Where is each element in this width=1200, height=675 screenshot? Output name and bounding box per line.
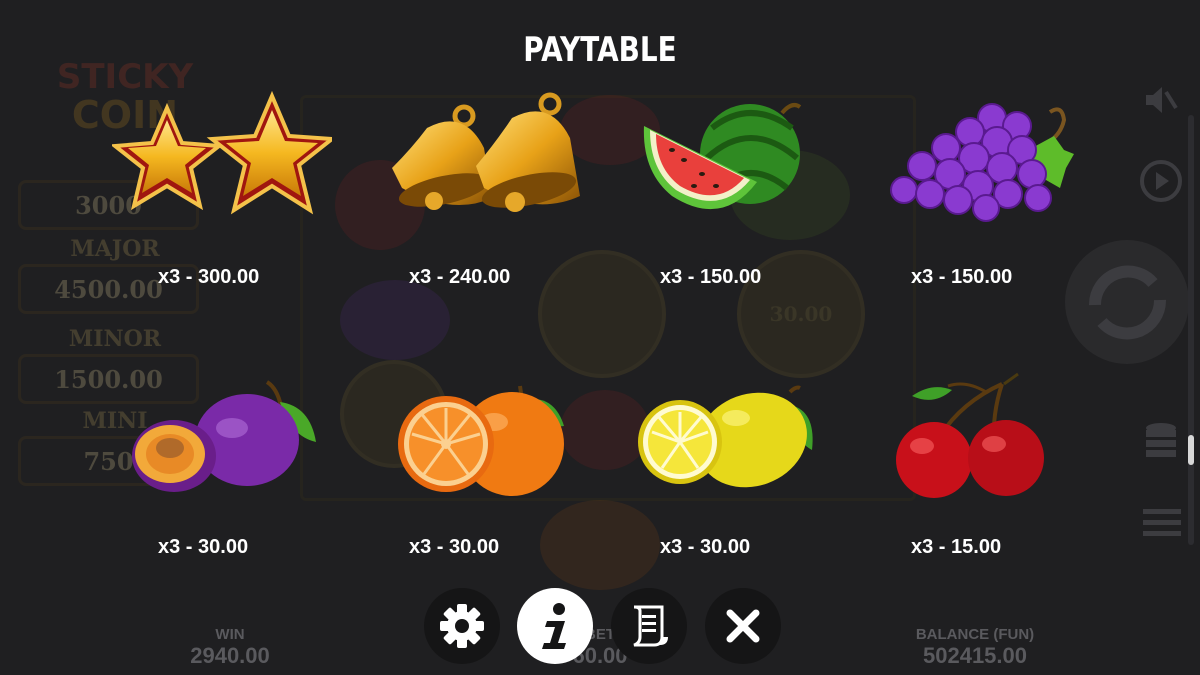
lemon-icon [638, 385, 813, 488]
paytable-scrollbar[interactable] [1188, 115, 1194, 545]
balance-value: 502415.00 [923, 643, 1027, 668]
payout-bells: x3 - 240.00 [409, 266, 511, 288]
win-display: WIN 2940.00 [160, 626, 300, 669]
minor-label: MINOR [68, 326, 162, 352]
grapes-icon [890, 103, 1074, 222]
paytable-title: PAYTABLE [523, 30, 677, 70]
info-icon [542, 603, 566, 649]
plum-icon [132, 380, 316, 492]
spin-icon [1065, 240, 1189, 364]
rules-scroll-icon [633, 605, 668, 647]
payout-orange: x3 - 30.00 [409, 536, 500, 558]
watermelon-icon [643, 103, 802, 210]
bells-icon [392, 92, 580, 212]
balance-label: BALANCE (FUN) [915, 626, 1035, 643]
symbol-plum [112, 370, 332, 510]
symbol-grapes [882, 88, 1102, 228]
rules-button[interactable] [611, 588, 687, 664]
orange-icon [398, 385, 564, 496]
autoplay-icon [1140, 160, 1182, 202]
payout-grapes: x3 - 150.00 [911, 266, 1013, 288]
symbol-watermelon [632, 88, 852, 228]
symbol-cherries [882, 370, 1102, 510]
balance-display: BALANCE (FUN) 502415.00 [880, 626, 1070, 669]
symbol-stars [109, 88, 338, 228]
close-icon [726, 609, 760, 643]
stars-icon [109, 90, 338, 215]
win-value: 2940.00 [190, 643, 270, 668]
symbol-bells [372, 88, 592, 228]
payout-plum: x3 - 30.00 [158, 536, 249, 558]
menu-icon [1143, 509, 1181, 536]
sound-muted-icon [1146, 87, 1178, 113]
symbol-lemon [632, 370, 852, 510]
symbol-orange [382, 370, 602, 510]
info-button[interactable] [517, 588, 593, 664]
payout-watermelon: x3 - 150.00 [660, 266, 762, 288]
payout-cherries: x3 - 15.00 [911, 536, 1002, 558]
bg-fruit [340, 280, 450, 360]
cherries-icon [896, 372, 1044, 498]
coins-stack-icon [1146, 423, 1176, 457]
major-label: MAJOR [70, 236, 160, 262]
close-button[interactable] [705, 588, 781, 664]
payout-stars: x3 - 300.00 [158, 266, 260, 288]
settings-gear-icon [440, 604, 484, 648]
payout-lemon: x3 - 30.00 [660, 536, 751, 558]
scrollbar-thumb[interactable] [1188, 435, 1194, 465]
win-label: WIN [215, 626, 245, 643]
settings-button[interactable] [424, 588, 500, 664]
